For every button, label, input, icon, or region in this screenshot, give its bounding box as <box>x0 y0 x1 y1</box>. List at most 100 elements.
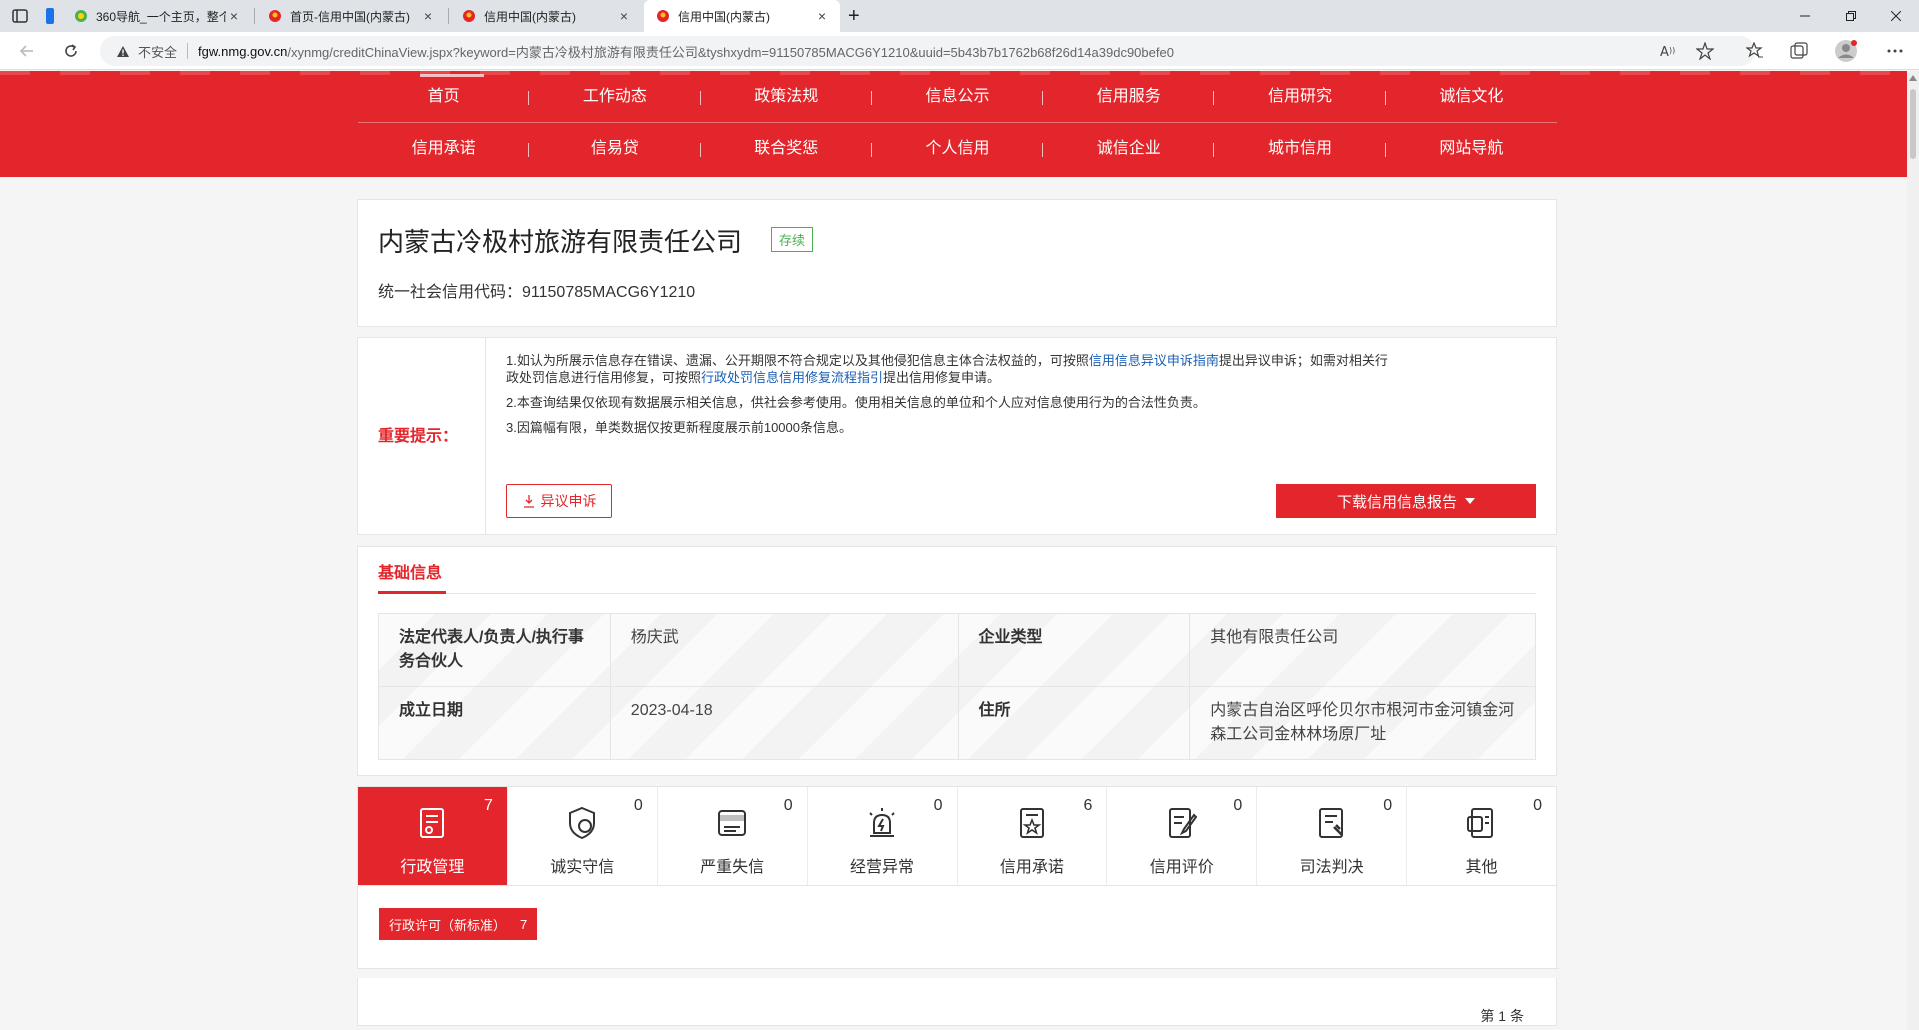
reload-button[interactable] <box>60 40 82 62</box>
table-row: 成立日期 2023-04-18 住所 内蒙古自治区呼伦贝尔市根河市金河镇金河森工… <box>378 686 1536 760</box>
browser-tab-3[interactable]: 信用中国(内蒙古) × <box>450 0 642 32</box>
nav-item-integrity-culture[interactable]: 诚信文化 <box>1386 71 1557 122</box>
scroll-thumb[interactable] <box>1910 89 1916 159</box>
section-title: 基础信息 <box>378 565 443 582</box>
browser-tab-2[interactable]: 首页-信用中国(内蒙古) × <box>256 0 446 32</box>
tab-count: 0 <box>1533 797 1542 814</box>
nav-item-credit-loan[interactable]: 信易贷 <box>529 123 701 175</box>
dishonest-list-icon <box>718 810 747 836</box>
credit-china-favicon-icon <box>269 10 281 22</box>
plus-icon: + <box>848 4 860 27</box>
nav-row-2: 信用承诺 信易贷 联合奖惩 个人信用 诚信企业 城市信用 网站导航 <box>358 123 1557 175</box>
nav-item-info-publicity[interactable]: 信息公示 <box>872 71 1044 122</box>
basic-info-table: 法定代表人/负责人/执行事务合伙人 杨庆武 企业类型 其他有限责任公司 成立日期… <box>378 613 1536 760</box>
notice-text: 1.如认为所展示信息存在错误、遗漏、公开期限不符合规定以及其他侵犯信息主体合法权… <box>506 353 1089 368</box>
shield-credit-icon <box>569 806 596 840</box>
category-content: 行政许可（新标准） 7 第 1 条 <box>357 886 1559 1026</box>
tab-honesty[interactable]: 0 诚实守信 <box>508 787 658 885</box>
add-favorite-star-icon[interactable] <box>1696 42 1714 60</box>
tab-label: 经营异常 <box>850 859 915 876</box>
tab-credit-promise[interactable]: 6 信用承诺 <box>958 787 1108 885</box>
subtab-count: 7 <box>520 916 528 932</box>
tab-count: 0 <box>633 797 643 814</box>
workspaces-icon[interactable] <box>40 6 60 26</box>
security-label: 不安全 <box>138 44 178 60</box>
collections-icon[interactable] <box>1790 42 1808 60</box>
scroll-up-icon[interactable] <box>1909 75 1917 81</box>
nav-item-joint-rewards[interactable]: 联合奖惩 <box>701 123 873 175</box>
credit-china-favicon-icon <box>463 10 475 22</box>
tab-close-icon[interactable]: × <box>814 8 830 24</box>
judgment-doc-icon <box>1318 808 1343 838</box>
url-path: /xynmg/creditChinaView.jspx?keyword=内蒙古冷… <box>287 44 1174 60</box>
more-options-icon[interactable] <box>1886 42 1904 60</box>
nav-item-site-nav[interactable]: 网站导航 <box>1386 123 1557 175</box>
download-report-button[interactable]: 下载信用信息报告 <box>1276 484 1536 518</box>
promise-doc-icon <box>1019 808 1044 838</box>
tab-label: 信用评价 <box>1149 859 1214 876</box>
nav-item-work-news[interactable]: 工作动态 <box>529 71 701 122</box>
subtab-label: 行政许可（新标准） <box>389 917 507 933</box>
favorites-icon[interactable] <box>1746 42 1764 60</box>
nav-row-1: 首页 工作动态 政策法规 信息公示 信用服务 信用研究 诚信文化 <box>358 71 1557 123</box>
credit-code-label: 统一社会信用代码： <box>378 284 523 301</box>
credit-code-value: 91150785MACG6Y1210 <box>522 284 696 301</box>
field-label: 企业类型 <box>957 613 1191 687</box>
url-host: fgw.nmg.gov.cn <box>198 43 288 59</box>
reload-icon <box>65 44 77 57</box>
tab-admin-management[interactable]: 7 行政管理 <box>358 787 508 885</box>
important-notice-card: 重要提示： 1.如认为所展示信息存在错误、遗漏、公开期限不符合规定以及其他侵犯信… <box>357 337 1557 535</box>
nav-item-personal-credit[interactable]: 个人信用 <box>872 123 1044 175</box>
warning-icon <box>117 45 129 57</box>
tab-actions-icon[interactable] <box>10 6 30 26</box>
notice-line-3: 3.因篇幅有限，单类数据仅按更新程度展示前10000条信息。 <box>506 420 852 435</box>
tab-credit-evaluation[interactable]: 0 信用评价 <box>1107 787 1258 885</box>
back-arrow-icon <box>19 45 33 57</box>
nav-item-policy[interactable]: 政策法规 <box>701 71 873 122</box>
tab-serious-dishonesty[interactable]: 0 严重失信 <box>658 787 808 885</box>
page-scrollbar[interactable] <box>1907 71 1919 1030</box>
minimize-button[interactable] <box>1782 0 1828 32</box>
field-label: 法定代表人/负责人/执行事务合伙人 <box>378 613 611 687</box>
close-window-button[interactable] <box>1873 0 1919 32</box>
repair-guide-link[interactable]: 行政处罚信息信用修复流程指引 <box>701 370 883 385</box>
basic-info-card: 基础信息 法定代表人/负责人/执行事务合伙人 杨庆武 企业类型 其他有限责任公司… <box>357 546 1557 776</box>
new-tab-button[interactable]: + <box>842 0 872 32</box>
tab-label: 严重失信 <box>700 859 765 876</box>
read-aloud-icon[interactable]: A)) <box>1660 43 1678 59</box>
nav-item-city-credit[interactable]: 城市信用 <box>1214 123 1386 175</box>
tab-judicial-judgment[interactable]: 0 司法判决 <box>1257 787 1408 885</box>
tab-title: 首页-信用中国(内蒙古) <box>290 9 410 24</box>
browser-tab-1[interactable]: 360导航_一个主页，整个世界 × <box>62 0 252 32</box>
tab-count: 0 <box>933 797 943 814</box>
record-index: 第 1 条 <box>1480 1008 1524 1024</box>
nav-item-home[interactable]: 首页 <box>358 71 530 122</box>
browser-toolbar: 不安全 fgw.nmg.gov.cn/xynmg/creditChinaView… <box>0 32 1919 70</box>
tab-close-icon[interactable]: × <box>420 8 436 24</box>
browser-tab-4-active[interactable]: 信用中国(内蒙古) × <box>644 0 840 32</box>
nav-item-integrity-enterprise[interactable]: 诚信企业 <box>1043 123 1215 175</box>
back-button[interactable] <box>16 40 38 62</box>
profile-avatar-icon[interactable] <box>1834 39 1858 63</box>
nav-item-credit-research[interactable]: 信用研究 <box>1214 71 1386 122</box>
subtab-admin-license[interactable]: 行政许可（新标准） 7 <box>379 908 538 940</box>
close-icon <box>1891 11 1901 21</box>
appeal-button[interactable]: 异议申诉 <box>506 484 612 518</box>
appeal-button-label: 异议申诉 <box>540 493 597 509</box>
field-value: 2023-04-18 <box>609 686 959 760</box>
address-bar[interactable]: 不安全 fgw.nmg.gov.cn/xynmg/creditChinaView… <box>100 36 1755 66</box>
tab-business-abnormal[interactable]: 0 经营异常 <box>808 787 958 885</box>
field-label: 成立日期 <box>378 686 611 760</box>
tab-close-icon[interactable]: × <box>226 8 242 24</box>
nav-item-credit-service[interactable]: 信用服务 <box>1043 71 1215 122</box>
tab-label: 司法判决 <box>1299 859 1364 876</box>
svg-text:A: A <box>1660 45 1669 59</box>
restore-button[interactable] <box>1828 0 1874 32</box>
appeal-guide-link[interactable]: 信用信息异议申诉指南 <box>1089 353 1219 368</box>
nav-item-credit-promise[interactable]: 信用承诺 <box>358 123 530 175</box>
tab-close-icon[interactable]: × <box>616 8 632 24</box>
tab-other[interactable]: 0 其他 <box>1407 787 1556 885</box>
credit-code: 统一社会信用代码：91150785MACG6Y1210 <box>378 278 695 302</box>
company-header-card: 内蒙古冷极村旅游有限责任公司 存续 统一社会信用代码：91150785MACG6… <box>357 199 1557 327</box>
browser-tab-bar: 360导航_一个主页，整个世界 × 首页-信用中国(内蒙古) × 信用中国(内蒙… <box>0 0 1919 32</box>
